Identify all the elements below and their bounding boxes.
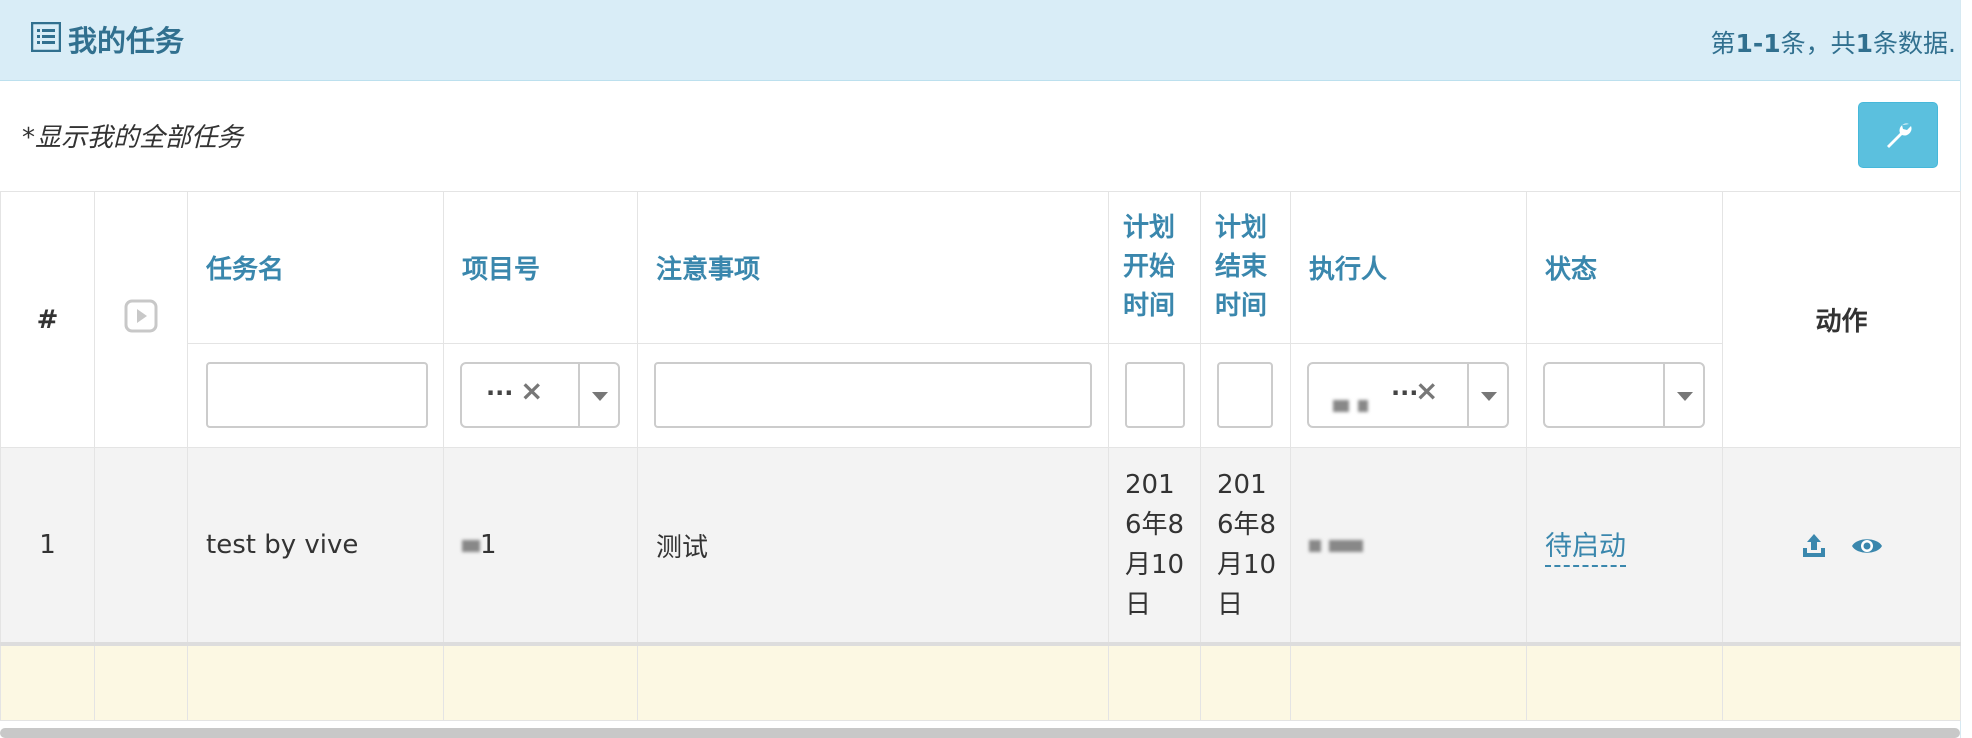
row-toggle-cell [94, 447, 188, 645]
eye-icon[interactable] [1851, 534, 1883, 558]
filter-executor-cell: ··· × [1290, 343, 1527, 448]
filter-task-name-cell [187, 343, 444, 448]
filter-task-name-input[interactable] [206, 362, 428, 428]
col-notes[interactable]: 注意事项 [637, 191, 1109, 344]
filter-plan-start-input[interactable] [1125, 362, 1185, 428]
row-actions [1722, 447, 1961, 645]
tools-button[interactable] [1858, 102, 1938, 168]
status-link[interactable]: 待启动 [1545, 524, 1626, 567]
clear-icon[interactable]: × [1415, 374, 1438, 407]
row-task-name: test by vive [187, 447, 444, 645]
col-plan-end[interactable]: 计划结束时间 [1200, 191, 1291, 344]
filter-status-select[interactable] [1543, 362, 1705, 428]
filter-notes-cell [637, 343, 1109, 448]
filter-project-no-cell: ··· × [443, 343, 638, 448]
col-task-name[interactable]: 任务名 [187, 191, 444, 344]
record-summary: 第1-1条，共1条数据. [1710, 29, 1956, 58]
chevron-down-icon[interactable] [1677, 392, 1693, 401]
col-status[interactable]: 状态 [1526, 191, 1723, 344]
wrench-icon [1887, 123, 1912, 148]
task-table: # 任务名 项目号 注意事项 计划开始时间 计划结束时间 执行人 状态 动作 ·… [0, 191, 1961, 721]
filter-executor-select[interactable]: ··· × [1307, 362, 1509, 428]
row-plan-start: 2016年8月10日 [1108, 447, 1201, 645]
col-plan-start[interactable]: 计划开始时间 [1108, 191, 1201, 344]
col-index[interactable]: # [0, 191, 95, 448]
chevron-down-icon[interactable] [1481, 392, 1497, 401]
row-plan-end: 2016年8月10日 [1200, 447, 1291, 645]
panel-heading: 我的任务 第1-1条，共1条数据. [0, 0, 1960, 81]
toolbar-note: *显示我的全部任务 [22, 123, 244, 153]
tasks-panel: 我的任务 第1-1条，共1条数据. *显示我的全部任务 # 任务名 项目号 注意… [0, 0, 1961, 738]
table-row: 1 test by vive 1 测试 2016年8月10日 2016年8月10… [0, 447, 1961, 645]
row-index: 1 [0, 447, 95, 645]
toolbar: *显示我的全部任务 [0, 81, 1960, 192]
executor-filter-value-redacted [1333, 390, 1369, 420]
row-executor [1290, 447, 1527, 645]
row-project-no: 1 [443, 447, 638, 645]
upload-icon[interactable] [1800, 532, 1828, 560]
filter-plan-end-cell [1200, 343, 1291, 448]
col-project-no[interactable]: 项目号 [443, 191, 638, 344]
filter-notes-input[interactable] [654, 362, 1092, 428]
col-toggle[interactable] [94, 191, 188, 448]
chevron-down-icon[interactable] [592, 392, 608, 401]
col-executor[interactable]: 执行人 [1290, 191, 1527, 344]
project-no-redacted [462, 539, 480, 552]
executor-redacted [1291, 530, 1526, 560]
row-notes: 测试 [637, 447, 1109, 645]
col-actions: 动作 [1722, 191, 1961, 448]
clear-icon[interactable]: × [520, 374, 543, 407]
filter-project-no-select[interactable]: ··· × [460, 362, 620, 428]
horizontal-scrollbar[interactable] [0, 728, 1960, 738]
page-title: 我的任务 [68, 24, 185, 58]
row-status-cell: 待启动 [1526, 447, 1723, 645]
list-icon [31, 22, 61, 52]
footer-row [0, 642, 1961, 721]
filter-status-cell [1526, 343, 1723, 448]
play-square-icon[interactable] [124, 299, 158, 333]
filter-plan-start-cell [1108, 343, 1201, 448]
filter-project-no-value: ··· [486, 379, 514, 407]
filter-plan-end-input[interactable] [1217, 362, 1273, 428]
